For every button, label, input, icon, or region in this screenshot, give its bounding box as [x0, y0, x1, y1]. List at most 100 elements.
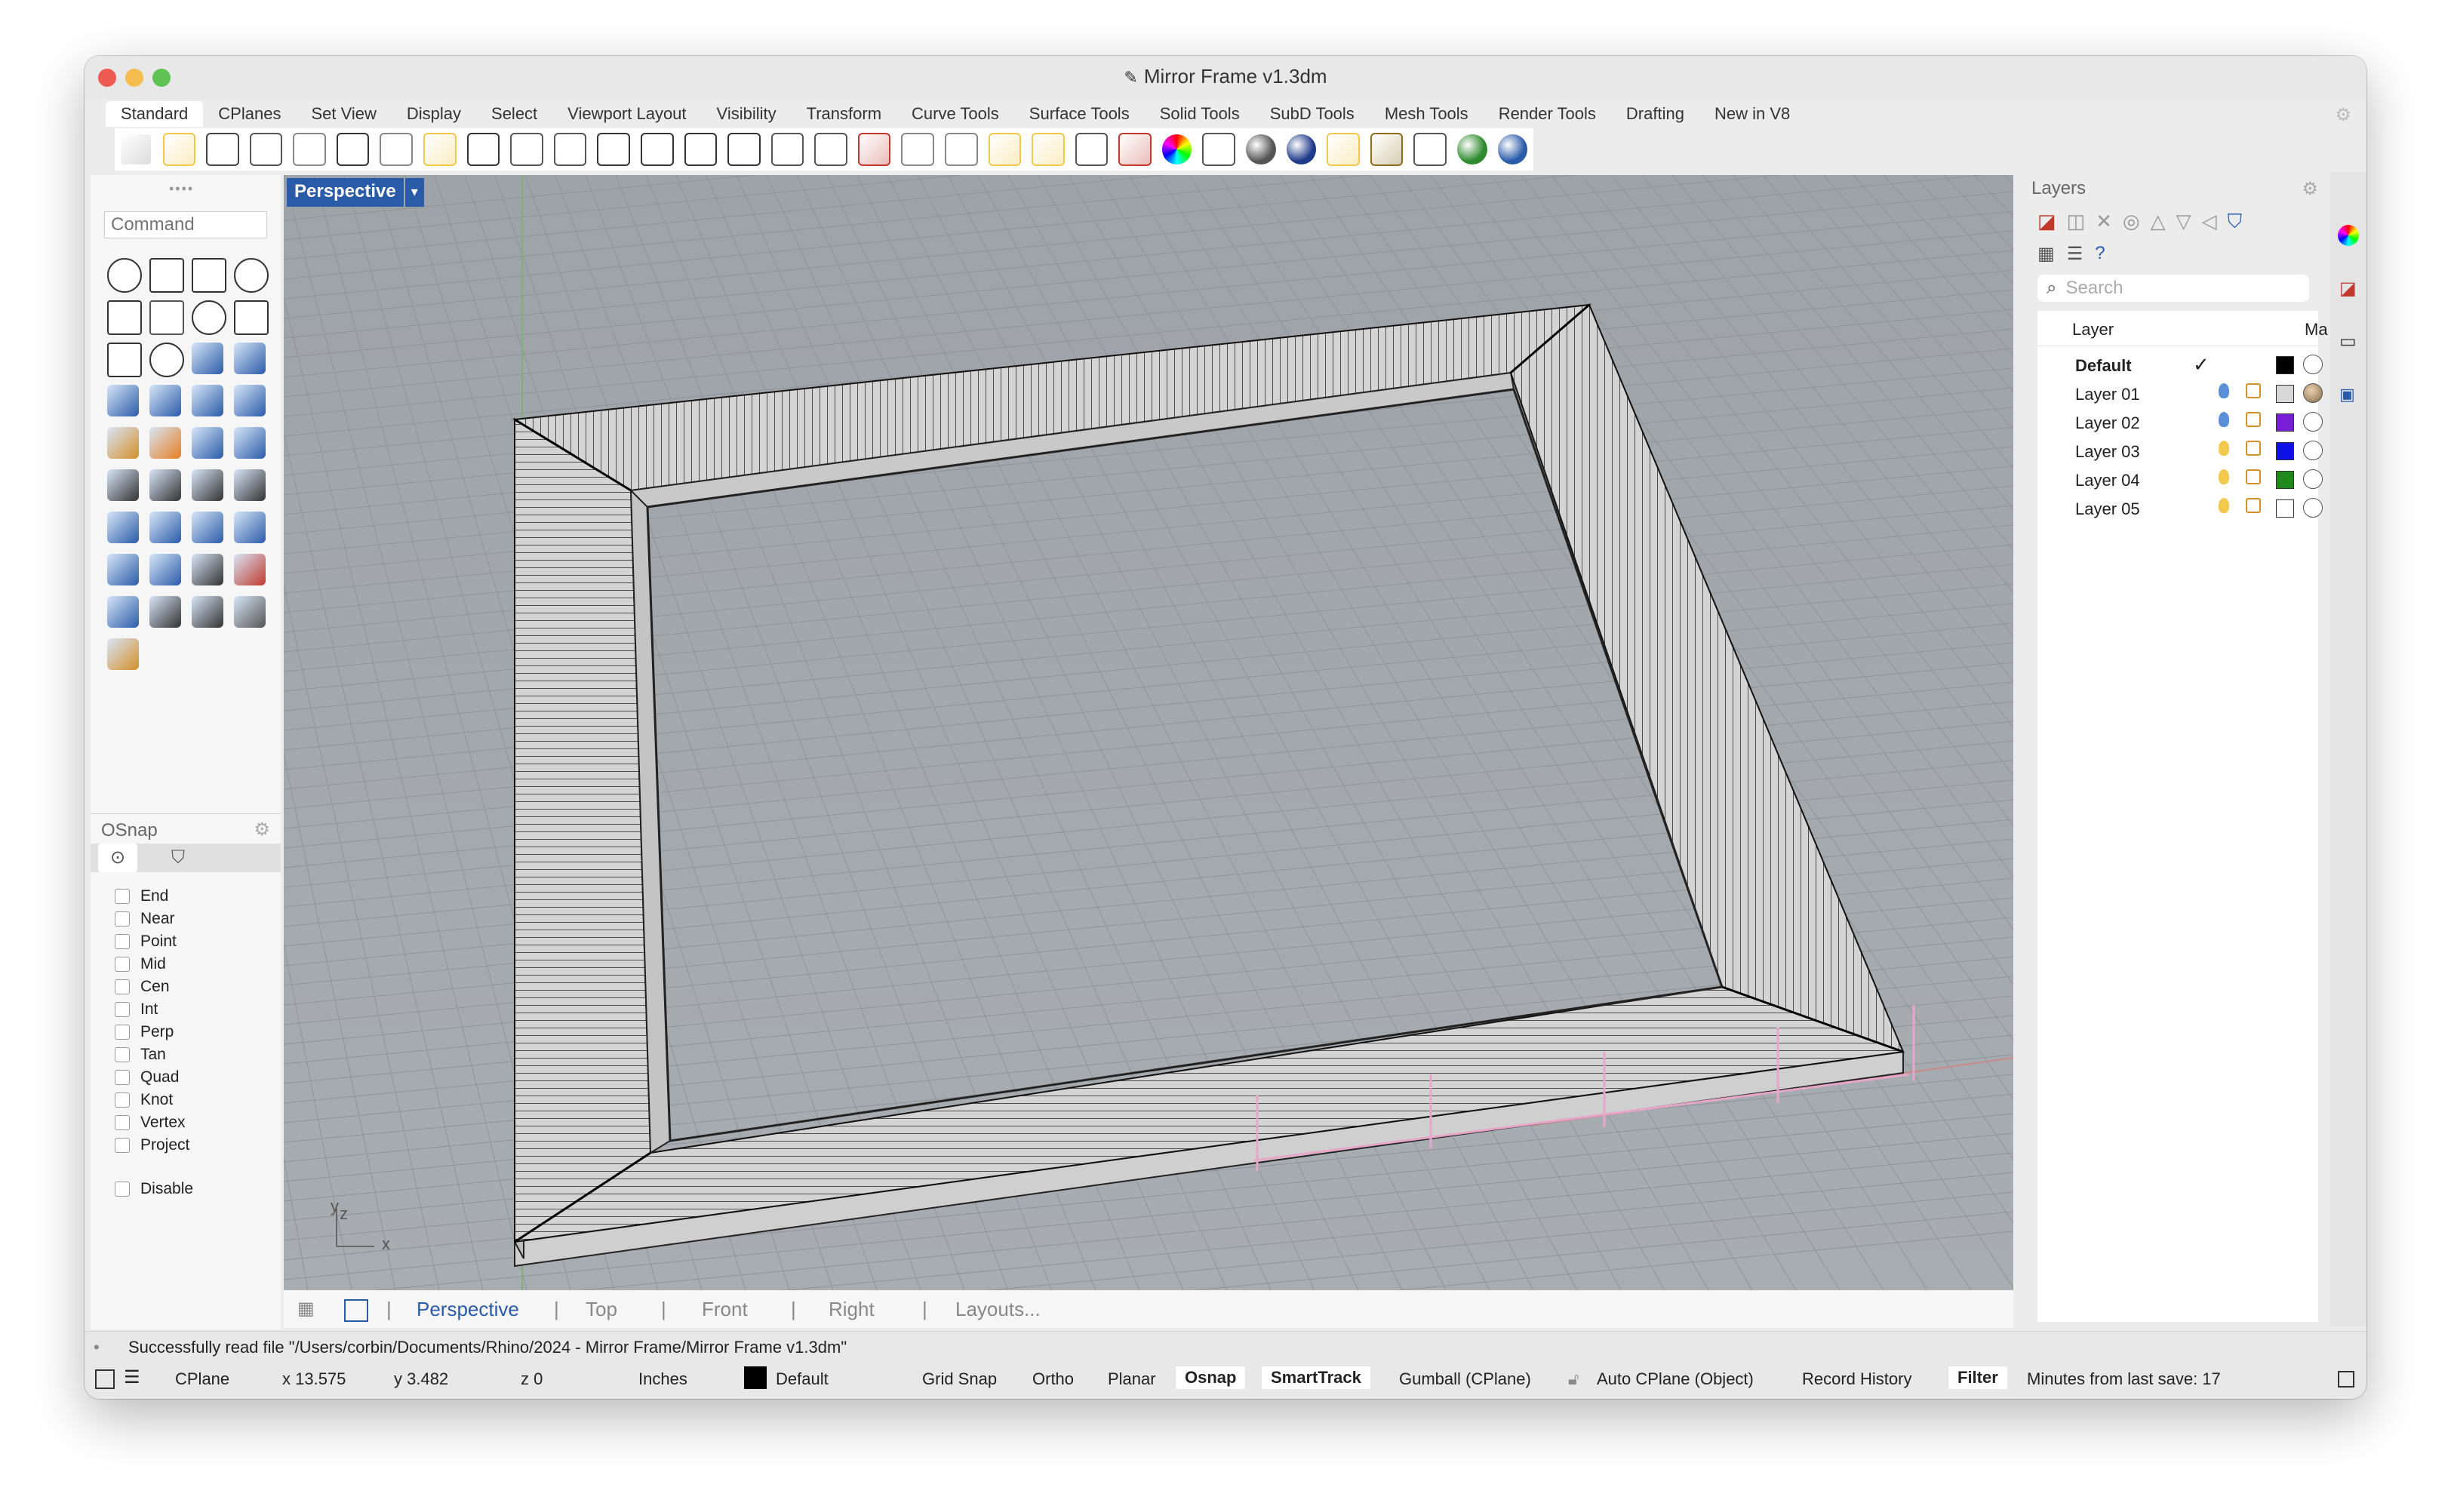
tab-layouts[interactable]: Layouts... [955, 1298, 1041, 1321]
perspective-viewport[interactable]: y z x Perspective ▾ [284, 175, 2013, 1290]
block-icon[interactable] [107, 554, 139, 585]
tab-viewport-layout[interactable]: Viewport Layout [552, 101, 701, 127]
material-sphere-icon[interactable] [1286, 134, 1317, 164]
lock-icon[interactable] [2246, 498, 2261, 513]
move-down-icon[interactable]: ▽ [2176, 210, 2191, 234]
options-icon[interactable] [1413, 133, 1447, 166]
align-icon[interactable] [234, 512, 266, 543]
layer-row[interactable]: Layer 04 [2037, 465, 2323, 493]
layer-color-swatch[interactable] [2276, 356, 2294, 374]
rotate-view-icon[interactable] [553, 133, 587, 166]
checkbox[interactable] [115, 1002, 130, 1017]
visibility-bulb-icon[interactable] [2219, 412, 2229, 427]
layer-icon[interactable] [1118, 133, 1152, 166]
paint-icon[interactable] [107, 638, 139, 670]
ortho-toggle[interactable]: Ortho [1032, 1369, 1074, 1389]
checkbox[interactable] [115, 934, 130, 949]
tab-right[interactable]: Right [829, 1298, 875, 1321]
sun-icon[interactable] [1327, 133, 1360, 166]
copy-icon[interactable] [380, 133, 414, 166]
grid-snap-toggle[interactable]: Grid Snap [922, 1369, 997, 1389]
new-file-icon[interactable] [119, 133, 152, 166]
checkbox[interactable] [115, 1025, 130, 1040]
tab-select[interactable]: Select [476, 101, 552, 127]
trim-icon[interactable] [234, 427, 266, 459]
tab-solid-tools[interactable]: Solid Tools [1145, 101, 1255, 127]
explode-icon[interactable] [107, 427, 139, 459]
cylinder-icon[interactable] [192, 385, 223, 416]
layer-color-swatch[interactable] [2276, 413, 2294, 432]
light-icon[interactable] [1032, 133, 1065, 166]
osnap-mid[interactable]: Mid [115, 955, 166, 973]
checkbox[interactable] [115, 1070, 130, 1085]
cplane-icon[interactable] [901, 133, 934, 166]
list-view-icon[interactable]: ☰ [2067, 243, 2084, 265]
tab-set-view[interactable]: Set View [296, 101, 391, 127]
select-icon[interactable] [107, 258, 142, 293]
osnap-near[interactable]: Near [115, 910, 175, 928]
material-icon[interactable] [2303, 355, 2323, 374]
checkbox[interactable] [115, 979, 130, 994]
tab-new-in-v8[interactable]: New in V8 [1699, 101, 1805, 127]
osnap-int[interactable]: Int [115, 1000, 158, 1019]
layers-gear-icon[interactable]: ⚙ [2302, 178, 2318, 200]
fillet-edge-icon[interactable] [192, 469, 223, 501]
osnap-perp[interactable]: Perp [115, 1023, 174, 1041]
osnap-vertex[interactable]: Vertex [115, 1114, 186, 1132]
plane-icon[interactable] [234, 385, 266, 416]
auto-cplane-toggle[interactable]: Auto CPlane (Object) [1597, 1369, 1754, 1389]
render-globe-icon[interactable] [1456, 134, 1487, 164]
layer-row[interactable]: Layer 03 [2037, 436, 2323, 465]
dimension-icon[interactable] [149, 554, 181, 585]
expand-icon[interactable] [2338, 1371, 2354, 1388]
tab-transform[interactable]: Transform [792, 101, 896, 127]
layer-name[interactable]: Default [2075, 356, 2132, 376]
lock-icon[interactable] [2246, 383, 2261, 398]
layer-row[interactable]: Layer 05 [2037, 493, 2323, 522]
point-icon[interactable] [149, 258, 184, 293]
layer-name[interactable]: Layer 02 [2075, 413, 2140, 433]
single-viewport-icon[interactable] [344, 1299, 368, 1322]
gumball-tool-icon[interactable] [149, 596, 181, 628]
layer-name[interactable]: Layer 03 [2075, 442, 2140, 462]
lock-icon[interactable] [2246, 469, 2261, 484]
smarttrack-toggle[interactable]: SmartTrack [1262, 1366, 1370, 1389]
history-icon[interactable] [234, 554, 266, 585]
text-icon[interactable] [107, 512, 139, 543]
osnap-point[interactable]: Point [115, 933, 177, 951]
snap-icon[interactable] [944, 133, 978, 166]
help-panel-icon[interactable]: ▣ [2339, 385, 2355, 404]
tab-standard[interactable]: Standard [106, 101, 204, 127]
current-layer[interactable]: Default [776, 1369, 829, 1389]
open-file-icon[interactable] [162, 133, 196, 166]
visibility-bulb-icon[interactable] [2219, 441, 2229, 456]
osnap-disable[interactable]: Disable [115, 1180, 193, 1198]
zoom-selected-icon[interactable] [727, 133, 761, 166]
render-sphere-icon[interactable] [1246, 134, 1276, 164]
tab-mesh-tools[interactable]: Mesh Tools [1370, 101, 1484, 127]
cut-icon[interactable] [336, 133, 370, 166]
shade-icon[interactable] [1202, 133, 1236, 166]
tab-render-tools[interactable]: Render Tools [1484, 101, 1611, 127]
new-sublayer-icon[interactable]: ◫ [2067, 210, 2086, 234]
tab-top[interactable]: Top [586, 1298, 617, 1321]
column-material[interactable]: Ma [2305, 320, 2328, 340]
tab-subd-tools[interactable]: SubD Tools [1255, 101, 1370, 127]
print-icon[interactable] [249, 133, 283, 166]
layer-row[interactable]: Layer 01 [2037, 379, 2323, 407]
checkbox[interactable] [115, 1047, 130, 1062]
tab-front[interactable]: Front [702, 1298, 748, 1321]
display-panel-icon[interactable]: ▭ [2339, 330, 2357, 352]
layer-row[interactable]: Layer 02 [2037, 407, 2323, 436]
tabs-gear-icon[interactable]: ⚙ [2335, 104, 2351, 126]
fillet-curve-icon[interactable] [149, 343, 184, 377]
visibility-bulb-icon[interactable] [2219, 498, 2229, 513]
layer-search[interactable]: ⌕ Search [2037, 275, 2309, 302]
circle-icon[interactable] [107, 300, 142, 335]
command-input[interactable] [104, 211, 267, 238]
layer-filter-icon[interactable]: ⛉ [2228, 210, 2243, 234]
boolean-icon[interactable] [149, 427, 181, 459]
tab-visibility[interactable]: Visibility [702, 101, 792, 127]
lock-icon[interactable] [2246, 441, 2261, 456]
solid-union-icon[interactable] [107, 469, 139, 501]
